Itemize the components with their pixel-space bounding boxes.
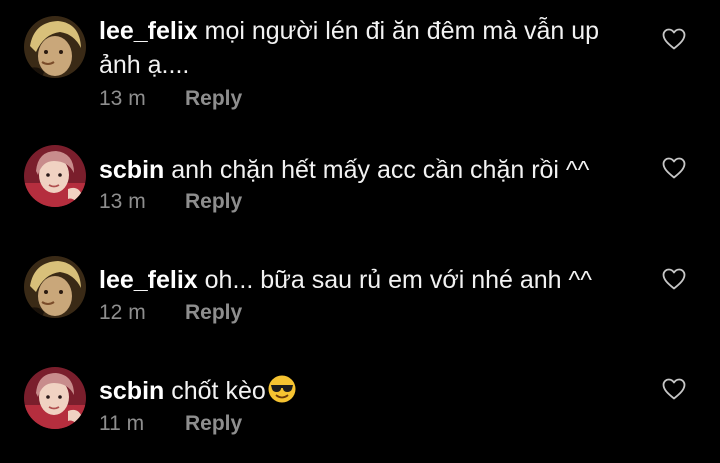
- heart-outline-icon[interactable]: [662, 268, 686, 290]
- avatar[interactable]: [24, 145, 86, 207]
- reply-button[interactable]: Reply: [185, 300, 242, 326]
- username[interactable]: lee_felix: [99, 266, 198, 294]
- reply-button[interactable]: Reply: [185, 189, 242, 215]
- timestamp: 11 m: [99, 412, 145, 435]
- avatar[interactable]: [24, 367, 86, 429]
- username[interactable]: scbin: [99, 156, 164, 184]
- comment-message: oh... bữa sau rủ em với nhé anh ^^: [204, 266, 592, 294]
- username[interactable]: scbin: [99, 377, 164, 405]
- comment-text: scbin chốt kèo: [99, 374, 629, 413]
- comment-item: scbin anh chặn hết mấy acc cần chặn rồi …: [0, 120, 720, 230]
- reply-button[interactable]: Reply: [185, 86, 242, 112]
- comment-message: chốt kèo: [171, 377, 266, 405]
- comment-meta: 12 m Reply: [99, 300, 242, 326]
- avatar[interactable]: [24, 256, 86, 318]
- comment-text: scbin anh chặn hết mấy acc cần chặn rồi …: [99, 153, 629, 187]
- timestamp: 13 m: [99, 190, 146, 213]
- comment-item: scbin chốt kèo 11 m Reply: [0, 342, 720, 463]
- comment-item: lee_felix oh... bữa sau rủ em với nhé an…: [0, 230, 720, 342]
- comment-meta: 13 m Reply: [99, 189, 242, 215]
- heart-outline-icon[interactable]: [662, 378, 686, 400]
- comment-meta: 11 m Reply: [99, 411, 242, 437]
- comment-text: lee_felix mọi người lén đi ăn đêm mà vẫn…: [99, 14, 629, 82]
- username[interactable]: lee_felix: [99, 17, 198, 45]
- heart-outline-icon[interactable]: [662, 157, 686, 179]
- reply-button[interactable]: Reply: [185, 411, 242, 437]
- comment-text: lee_felix oh... bữa sau rủ em với nhé an…: [99, 263, 629, 297]
- heart-outline-icon[interactable]: [662, 28, 686, 50]
- timestamp: 12 m: [99, 301, 146, 324]
- timestamp: 13 m: [99, 87, 146, 110]
- avatar[interactable]: [24, 16, 86, 78]
- sunglasses-emoji-icon: [267, 374, 297, 413]
- comment-meta: 13 m Reply: [99, 86, 242, 112]
- comment-message: anh chặn hết mấy acc cần chặn rồi ^^: [171, 156, 590, 184]
- comment-item: lee_felix mọi người lén đi ăn đêm mà vẫn…: [0, 0, 720, 120]
